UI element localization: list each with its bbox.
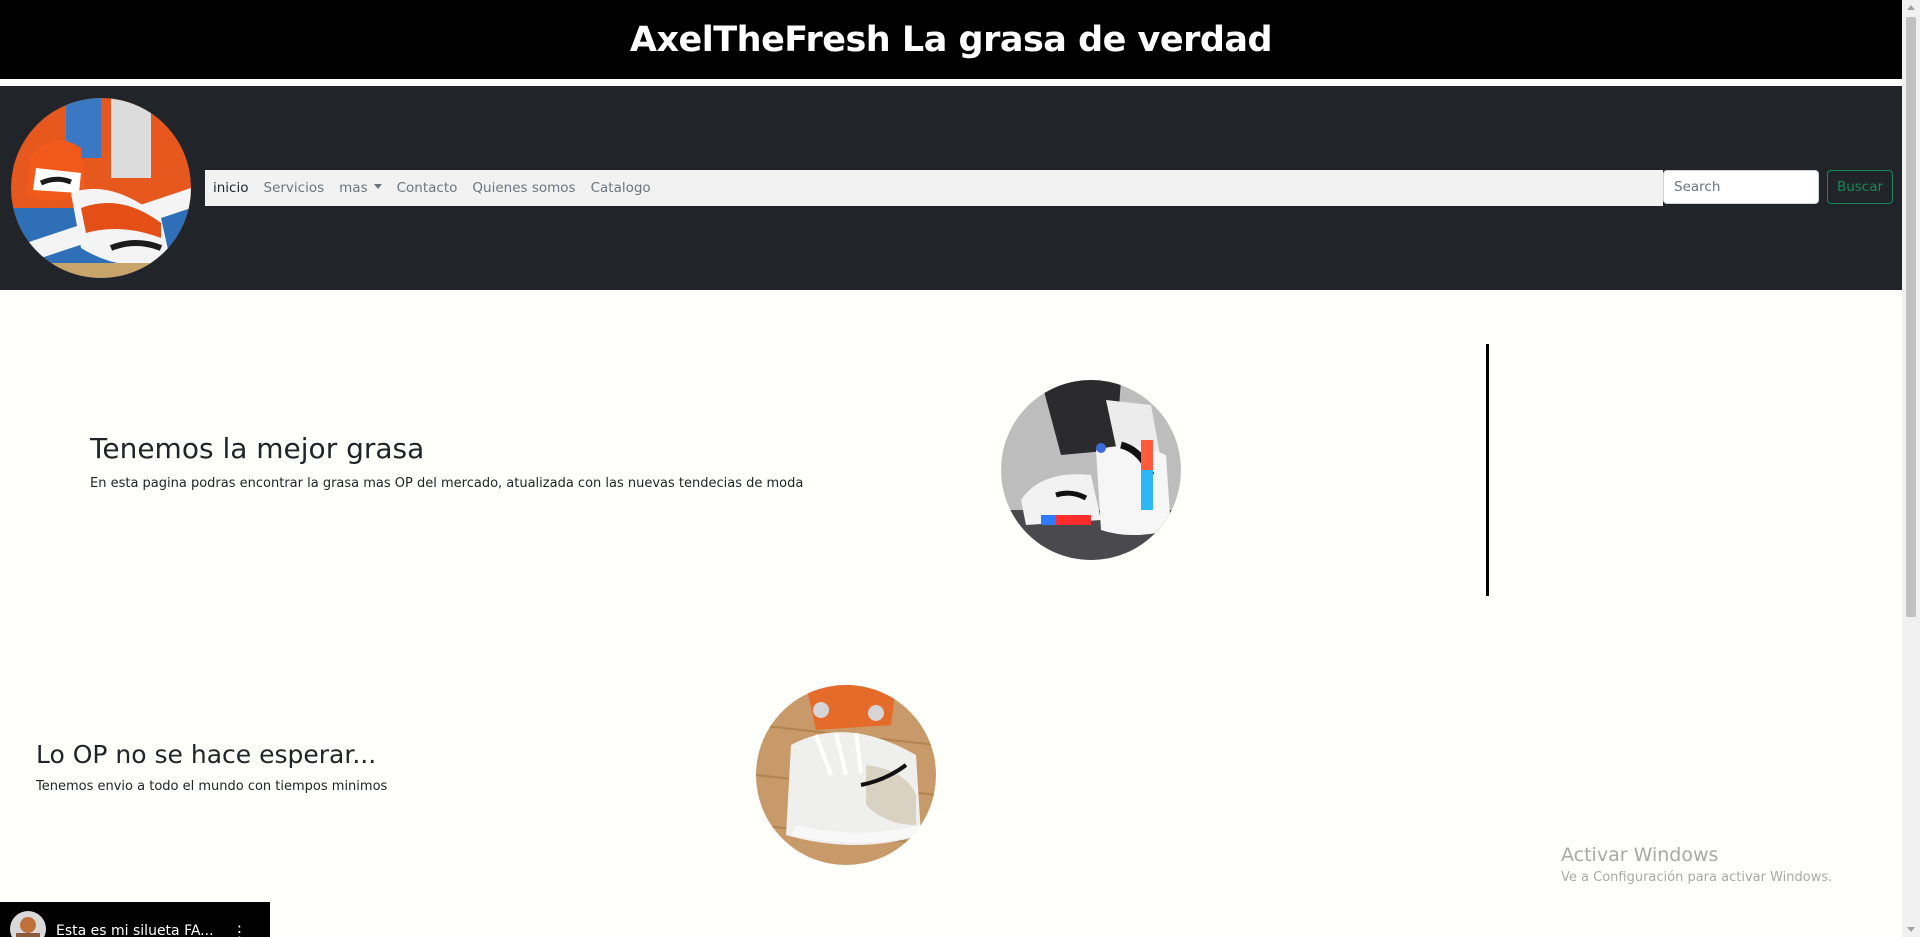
nav-item-mas-dropdown[interactable]: mas: [339, 180, 382, 196]
sneaker-photo-1: [1001, 380, 1181, 560]
section-1-title: Tenemos la mejor grasa: [90, 432, 425, 465]
site-header: AxelTheFresh La grasa de verdad: [0, 0, 1902, 79]
section-1-text: En esta pagina podras encontrar la grasa…: [90, 476, 804, 491]
nav-item-catalogo[interactable]: Catalogo: [591, 180, 651, 196]
brand-logo[interactable]: [11, 98, 191, 278]
nav-menu: inicio Servicios mas Contacto Quienes so…: [205, 170, 1663, 206]
search-input[interactable]: [1663, 170, 1819, 204]
section-2-text: Tenemos envio a todo el mundo con tiempo…: [36, 779, 388, 794]
avatar-photo: [10, 910, 46, 937]
sneaker-image-2: [756, 685, 936, 865]
nav-item-quienes-somos[interactable]: Quienes somos: [472, 180, 575, 196]
scroll-up-arrow-icon[interactable]: [1907, 5, 1915, 10]
nav-item-inicio[interactable]: inicio: [213, 180, 249, 196]
nav-item-mas-label: mas: [339, 180, 368, 196]
header-divider: [0, 79, 1902, 86]
page-scrollbar[interactable]: [1902, 0, 1920, 937]
scroll-down-arrow-icon[interactable]: [1907, 927, 1915, 932]
video-title: Esta es mi silueta FA...: [56, 922, 214, 937]
nav-item-servicios[interactable]: Servicios: [264, 180, 325, 196]
navbar: inicio Servicios mas Contacto Quienes so…: [0, 86, 1902, 290]
section-2-title: Lo OP no se hace esperar...: [36, 740, 377, 769]
sneaker-photo-logo: [11, 98, 191, 278]
channel-avatar: [10, 910, 46, 937]
section-divider: [1486, 344, 1489, 596]
site-title: AxelTheFresh La grasa de verdad: [629, 19, 1273, 60]
more-options-icon[interactable]: ⋮: [232, 923, 248, 937]
sneaker-photo-2: [756, 685, 936, 865]
search-button[interactable]: Buscar: [1827, 170, 1893, 204]
caret-down-icon: [373, 184, 382, 189]
mini-video-player[interactable]: Esta es mi silueta FA... ⋮: [0, 902, 270, 937]
scroll-thumb[interactable]: [1906, 17, 1916, 617]
windows-activation-subtitle: Ve a Configuración para activar Windows.: [1561, 870, 1833, 885]
sneaker-image-1: [1001, 380, 1181, 560]
windows-activation-title: Activar Windows: [1561, 844, 1719, 866]
nav-item-contacto[interactable]: Contacto: [397, 180, 458, 196]
